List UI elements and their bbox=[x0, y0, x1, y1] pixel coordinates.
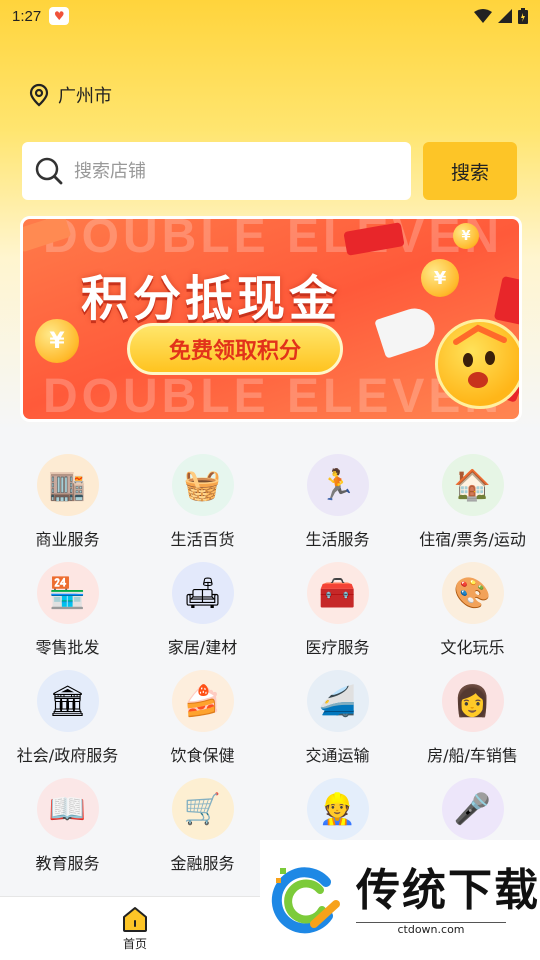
search-button[interactable]: 搜索 bbox=[423, 142, 517, 200]
mascot-icon bbox=[435, 319, 519, 409]
category-item[interactable]: 👩 房/船/车销售 bbox=[405, 664, 540, 772]
train-icon: 🚄 bbox=[306, 670, 369, 732]
government-building-icon: 🏛 bbox=[36, 670, 99, 732]
sofa-icon: 🛋 bbox=[171, 562, 234, 624]
banner-title: 积分抵现金 bbox=[81, 271, 342, 327]
battery-icon bbox=[518, 8, 528, 24]
category-item[interactable]: 🧰 医疗服务 bbox=[270, 556, 405, 664]
agent-woman-icon: 👩 bbox=[441, 670, 504, 732]
status-bar: 1:27 ♥ bbox=[0, 0, 540, 32]
category-label: 金融服务 bbox=[170, 854, 235, 873]
category-item[interactable]: 🏪 零售批发 bbox=[0, 556, 135, 664]
category-item[interactable]: 🏠 住宿/票务/运动 bbox=[405, 448, 540, 556]
category-item[interactable]: 🧺 生活百货 bbox=[135, 448, 270, 556]
location-pin-icon bbox=[29, 83, 49, 107]
search-box[interactable] bbox=[22, 142, 411, 200]
category-label: 医疗服务 bbox=[305, 638, 370, 657]
search-icon bbox=[35, 157, 63, 185]
coin-icon: ¥ bbox=[421, 259, 459, 297]
treadmill-icon: 🏃 bbox=[306, 454, 369, 516]
category-grid: 🏬 商业服务 🧺 生活百货 🏃 生活服务 🏠 住宿/票务/运动 🏪 零售批发 🛋… bbox=[0, 448, 540, 880]
shop-building-icon: 🏬 bbox=[36, 454, 99, 516]
shopping-basket-icon: 🧺 bbox=[171, 454, 234, 516]
category-item[interactable]: 🏬 商业服务 bbox=[0, 448, 135, 556]
category-label: 商业服务 bbox=[35, 530, 100, 549]
category-item[interactable]: 🛒 金融服务 bbox=[135, 772, 270, 880]
coin-icon: ¥ bbox=[453, 223, 479, 249]
nav-home-label: 首页 bbox=[122, 937, 147, 951]
search-input[interactable] bbox=[74, 160, 374, 182]
category-item[interactable]: 🏃 生活服务 bbox=[270, 448, 405, 556]
book-icon: 📖 bbox=[36, 778, 99, 840]
category-label: 房/船/车销售 bbox=[427, 746, 518, 765]
status-time: 1:27 bbox=[12, 7, 42, 25]
category-item[interactable]: 🍰 饮食保健 bbox=[135, 664, 270, 772]
category-label: 家居/建材 bbox=[167, 638, 238, 657]
status-icons bbox=[474, 8, 528, 24]
promo-banner[interactable]: DOUBLE ELEVEN DOUBLE ELEVEN ¥ ¥ ¥ 积分抵现金 … bbox=[20, 216, 522, 422]
megaphone-icon bbox=[374, 303, 440, 359]
worker-icon: 👷 bbox=[306, 778, 369, 840]
category-label: 交通运输 bbox=[305, 746, 370, 765]
home-icon bbox=[123, 907, 147, 932]
category-item[interactable]: 🚄 交通运输 bbox=[270, 664, 405, 772]
category-label: 教育服务 bbox=[35, 854, 100, 873]
category-label: 饮食保健 bbox=[170, 746, 235, 765]
watermark-title: 传统下载 bbox=[356, 865, 540, 916]
wifi-icon bbox=[474, 9, 492, 23]
cake-icon: 🍰 bbox=[171, 670, 234, 732]
storefront-icon: 🏪 bbox=[36, 562, 99, 624]
banner-background-text: DOUBLE ELEVEN bbox=[43, 370, 504, 422]
category-label: 住宿/票务/运动 bbox=[419, 530, 526, 549]
category-item[interactable]: 🛋 家居/建材 bbox=[135, 556, 270, 664]
category-item[interactable]: 🎨 文化玩乐 bbox=[405, 556, 540, 664]
category-item[interactable]: 🏛 社会/政府服务 bbox=[0, 664, 135, 772]
paint-palette-icon: 🎨 bbox=[441, 562, 504, 624]
watermark: 传统下载 ctdown.com bbox=[260, 840, 540, 960]
category-label: 生活百货 bbox=[170, 530, 235, 549]
banner-background-text: DOUBLE ELEVEN bbox=[43, 216, 504, 263]
coin-icon: ¥ bbox=[35, 319, 79, 363]
category-label: 零售批发 bbox=[35, 638, 100, 657]
watermark-url: ctdown.com bbox=[356, 922, 506, 936]
category-label: 文化玩乐 bbox=[440, 638, 505, 657]
city-label: 广州市 bbox=[58, 86, 112, 107]
nav-home-tab[interactable]: 首页 bbox=[110, 905, 160, 957]
category-item[interactable]: 📖 教育服务 bbox=[0, 772, 135, 880]
coin-cart-icon: 🛒 bbox=[171, 778, 234, 840]
location-selector[interactable]: 广州市 bbox=[28, 82, 112, 108]
red-envelope-icon bbox=[493, 275, 519, 327]
category-label: 社会/政府服务 bbox=[16, 746, 119, 765]
microphone-icon: 🎤 bbox=[441, 778, 504, 840]
ctdown-logo-icon bbox=[271, 867, 340, 934]
category-label: 生活服务 bbox=[305, 530, 370, 549]
signal-icon bbox=[498, 9, 512, 23]
claim-points-button[interactable]: 免费领取积分 bbox=[127, 323, 343, 375]
house-pin-icon: 🏠 bbox=[441, 454, 504, 516]
medical-kit-icon: 🧰 bbox=[306, 562, 369, 624]
app-heart-icon: ♥ bbox=[49, 7, 70, 25]
